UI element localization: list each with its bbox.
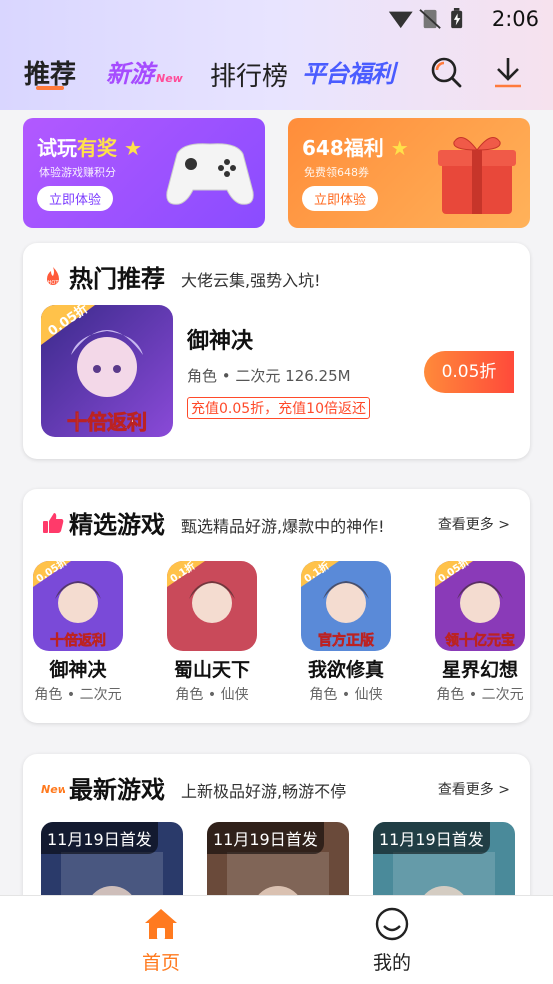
welfare-banner-button[interactable]: 立即体验 <box>302 186 379 211</box>
cover-caption: 十倍返利 <box>50 632 106 649</box>
trial-banner-title: 试玩有奖 ★ <box>37 132 142 161</box>
release-date-label: 11月19日首发 <box>373 822 490 854</box>
gamepad-icon <box>166 143 254 205</box>
trial-title-part: 试玩 <box>37 136 77 160</box>
pick-game-meta: 角色 • 二次元 <box>436 687 524 703</box>
thumbs-up-icon <box>43 513 64 533</box>
pick-game-item[interactable]: 0.05折 领十亿元宝星界幻想角色 • 二次元 <box>425 561 535 704</box>
game-cover-art: 0.1折官方正版 <box>301 561 391 651</box>
pick-game-cover[interactable]: 0.1折 <box>167 561 257 651</box>
game-cover-art: 0.05折领十亿元宝 <box>435 561 525 651</box>
game-cover-art: 0.1折 <box>167 561 257 651</box>
pick-game-cover[interactable]: 0.1折 官方正版 <box>301 561 391 651</box>
pick-game-item[interactable]: 0.05折 十倍返利御神决角色 • 二次元 <box>23 561 133 704</box>
pick-game-name: 我欲修真 <box>307 659 384 681</box>
download-icon[interactable] <box>490 54 526 90</box>
welfare-banner[interactable]: 648福利 ★ 免费领648券 立即体验 <box>288 118 530 228</box>
hot-game-tag: 充值0.05折，充值10倍返还 <box>187 397 370 419</box>
pick-game-meta: 角色 • 仙侠 <box>175 687 249 703</box>
trial-banner-button[interactable]: 立即体验 <box>37 186 114 211</box>
status-time: 2:06 <box>491 7 539 31</box>
hot-game-cover[interactable]: 0.05折 十倍返利 <box>41 305 173 437</box>
discount-button[interactable]: 0.05折 <box>424 351 514 393</box>
hot-recommend-card: HOT 热门推荐 大佬云集,强势入坑! 0.05折 十倍返利 御神决 角色 • … <box>23 243 530 459</box>
active-tab-indicator <box>36 86 64 90</box>
svg-text:New: New <box>41 783 65 796</box>
hot-section-subtitle: 大佬云集,强势入坑! <box>181 271 321 290</box>
hot-game-meta: 角色 • 二次元 126.25M <box>187 367 351 385</box>
tab-ranking[interactable]: 排行榜 <box>210 56 288 93</box>
star-icon: ★ <box>123 136 142 160</box>
tab-home[interactable]: 首页 <box>101 906 221 975</box>
hot-game-name[interactable]: 御神决 <box>187 323 253 355</box>
star-icon: ★ <box>390 136 409 160</box>
pick-game-cover[interactable]: 0.05折 领十亿元宝 <box>435 561 525 651</box>
release-date-label: 11月19日首发 <box>207 822 324 854</box>
tab-me[interactable]: 我的 <box>332 906 452 975</box>
trial-banner[interactable]: 试玩有奖 ★ 体验游戏赚积分 立即体验 <box>23 118 265 228</box>
hot-section-title: 热门推荐 <box>69 265 165 293</box>
picks-card: 精选游戏 甄选精品好游,爆款中的神作! 查看更多 > 0.05折 十倍返利御神决角… <box>23 489 530 723</box>
picks-section-subtitle: 甄选精品好游,爆款中的神作! <box>181 517 385 536</box>
gift-box-icon <box>438 137 516 214</box>
pick-game-name: 蜀山天下 <box>173 659 250 681</box>
tab-new-games[interactable]: 新游 New <box>106 54 183 89</box>
new-badge-icon: New <box>41 783 65 796</box>
flame-icon: HOT <box>47 267 60 286</box>
status-bar: 2:06 <box>0 0 553 38</box>
picks-more-link[interactable]: 查看更多 > <box>438 514 510 534</box>
pick-game-name: 星界幻想 <box>441 659 518 681</box>
cover-caption: 十倍返利 <box>67 410 147 434</box>
welfare-banner-title: 648福利 ★ <box>302 132 409 161</box>
game-cover-art: 0.05折 十倍返利 <box>41 305 173 437</box>
pick-game-name: 御神决 <box>49 659 107 681</box>
tab-home-label: 首页 <box>141 952 180 974</box>
newest-section-title: 最新游戏 <box>69 776 165 804</box>
pick-game-meta: 角色 • 仙侠 <box>309 687 383 703</box>
newest-more-link[interactable]: 查看更多 > <box>438 779 510 799</box>
pick-game-item[interactable]: 0.1折 官方正版我欲修真角色 • 仙侠 <box>291 561 401 704</box>
welfare-title-text: 648福利 <box>302 136 384 160</box>
pick-game-item[interactable]: 0.1折蜀山天下角色 • 仙侠 <box>157 561 267 704</box>
smiley-icon <box>375 907 409 941</box>
new-games-logo-text: 新游 <box>106 60 154 88</box>
svg-text:HOT: HOT <box>48 280 60 286</box>
trial-banner-subtitle: 体验游戏赚积分 <box>39 166 116 179</box>
cover-caption: 官方正版 <box>318 632 374 649</box>
pick-game-cover[interactable]: 0.05折 十倍返利 <box>33 561 123 651</box>
home-icon <box>145 909 177 939</box>
trial-title-highlight: 有奖 <box>77 136 117 160</box>
cover-caption: 领十亿元宝 <box>445 632 515 649</box>
welfare-banner-subtitle: 免费领648券 <box>304 166 369 179</box>
bottom-tab-bar: 首页 我的 <box>0 895 553 984</box>
status-icons <box>388 8 463 29</box>
newest-section-subtitle: 上新极品好游,畅游不停 <box>181 782 347 801</box>
search-icon[interactable] <box>428 54 464 90</box>
tab-me-label: 我的 <box>372 952 411 974</box>
release-date-label: 11月19日首发 <box>41 822 158 854</box>
new-badge: New <box>156 72 183 85</box>
tab-platform-welfare[interactable]: 平台福利 <box>302 54 395 89</box>
picks-section-title: 精选游戏 <box>69 511 165 539</box>
pick-game-meta: 角色 • 二次元 <box>34 687 122 703</box>
game-cover-art: 0.05折十倍返利 <box>33 561 123 651</box>
